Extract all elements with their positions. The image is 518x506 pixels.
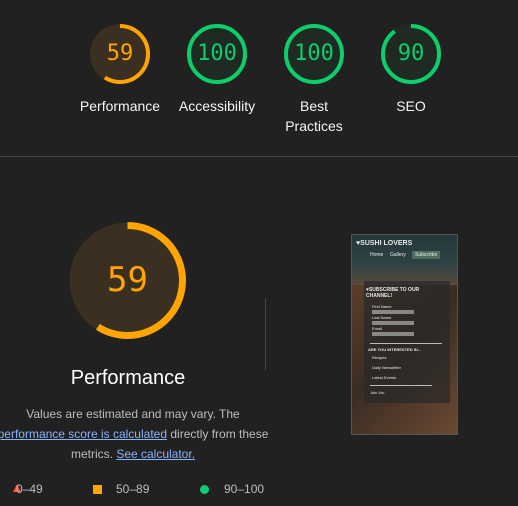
gauge-accessibility[interactable]: 100 xyxy=(185,22,249,86)
vertical-divider xyxy=(265,298,266,370)
option-label: Daily Newsletter xyxy=(372,365,401,370)
form-separator xyxy=(370,343,442,344)
field-input xyxy=(372,332,414,336)
field-input xyxy=(372,321,414,325)
join-button: Join Us! xyxy=(370,390,385,395)
nav-item: Gallery xyxy=(390,252,406,258)
gauge-performance-large: 59 xyxy=(67,220,188,341)
field-label: Email xyxy=(372,326,383,331)
page-screenshot[interactable]: ♥SUSHI LOVERS Home Gallery Subscribe ♥SU… xyxy=(351,234,458,435)
score-label: SEO xyxy=(396,98,426,114)
option-label: Latest Events xyxy=(372,375,397,380)
form-heading: ♥SUBSCRIBE TO OUR CHANNEL! xyxy=(366,287,420,299)
field-label: First Name xyxy=(372,304,392,309)
category-title: Performance xyxy=(70,367,186,389)
form-separator xyxy=(370,385,432,386)
score-note: Values are estimated and may vary. The p… xyxy=(0,404,278,464)
score-label: Best Practices xyxy=(285,98,343,134)
site-title: ♥SUSHI LOVERS xyxy=(356,240,413,247)
square-icon xyxy=(93,485,102,494)
gauge-seo[interactable]: 90 xyxy=(379,22,443,86)
note-text: Values are estimated and may vary. The xyxy=(26,407,240,421)
score-value: 59 xyxy=(106,41,134,66)
score-label: Accessibility xyxy=(178,98,256,114)
see-calculator-link[interactable]: See calculator. xyxy=(116,447,195,461)
gauge-performance[interactable]: 59 xyxy=(88,22,152,86)
score-value: 100 xyxy=(197,41,237,66)
nav-item-active: Subscribe xyxy=(412,251,441,259)
score-value: 90 xyxy=(397,41,425,66)
score-value: 100 xyxy=(294,41,334,66)
question-label: ARE YOU INTERESTED IN... xyxy=(368,347,422,352)
legend-range: 0–49 xyxy=(16,482,43,496)
nav-item: Home xyxy=(370,252,384,258)
legend-range: 50–89 xyxy=(116,482,150,496)
score-calculation-link[interactable]: performance score is calculated xyxy=(0,427,167,441)
field-input xyxy=(372,310,414,314)
field-label: Last Name xyxy=(372,315,392,320)
circle-icon xyxy=(200,485,209,494)
gauge-best-practices[interactable]: 100 xyxy=(282,22,346,86)
section-divider xyxy=(0,156,518,157)
option-label: Recipes xyxy=(372,355,387,360)
score-label: Performance xyxy=(79,98,161,114)
legend-range: 90–100 xyxy=(224,482,265,496)
score-value: 59 xyxy=(107,260,148,300)
